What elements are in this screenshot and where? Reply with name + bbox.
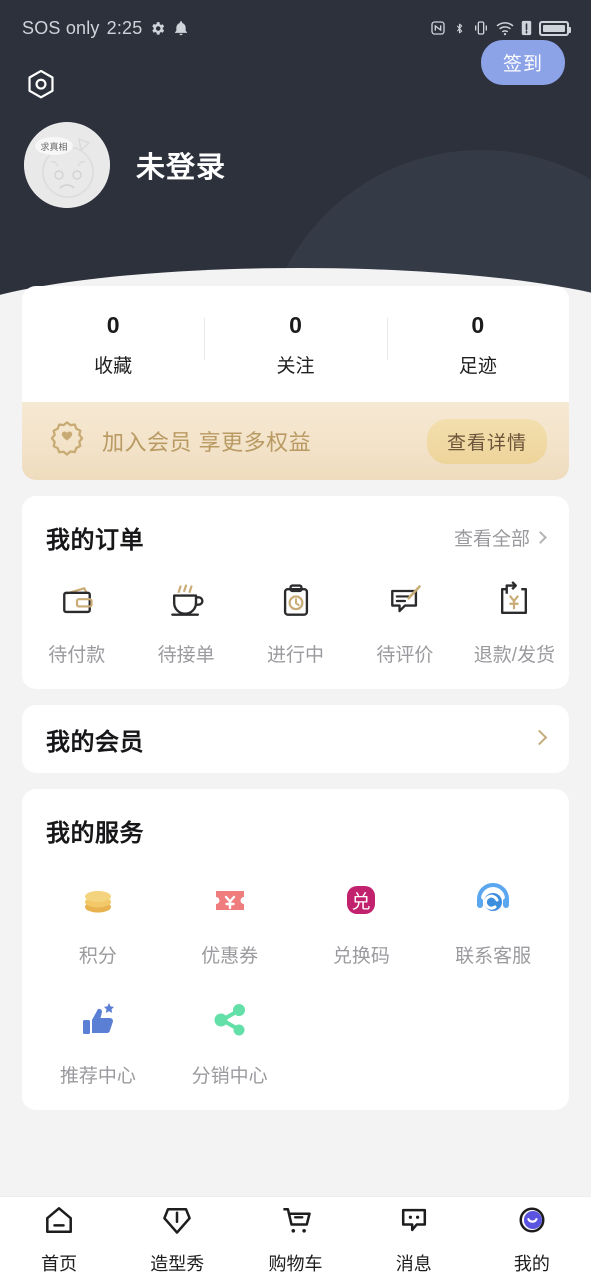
coins-icon: [76, 878, 120, 927]
service-label: 联系客服: [455, 946, 532, 967]
cart-icon: [278, 1202, 314, 1243]
order-status-pending-payment[interactable]: 待付款: [22, 581, 131, 667]
stat-following[interactable]: 0 关注: [204, 312, 386, 378]
avatar[interactable]: 求真相: [24, 122, 110, 208]
order-status-pending-accept[interactable]: 待接单: [131, 581, 240, 667]
clipboard-clock-icon: [276, 581, 316, 626]
orders-view-all-label: 查看全部: [453, 529, 530, 550]
member-detail-button[interactable]: 查看详情: [426, 418, 547, 464]
order-status-in-progress[interactable]: 进行中: [241, 581, 350, 667]
tab-label: 造型秀: [150, 1253, 205, 1274]
clock-label: 2:25: [106, 17, 143, 38]
tab-label: 我的: [513, 1253, 550, 1274]
chevron-right-icon: [534, 531, 547, 544]
mine-page: SOS only 2:25 求真相 未登录 签到 0 收藏 0 关注 0 足迹 …: [0, 0, 591, 1280]
service-label: 积分: [78, 946, 117, 967]
service-points[interactable]: 积分: [32, 878, 164, 968]
order-status-label: 待评价: [376, 645, 434, 666]
profile-icon: [514, 1202, 550, 1243]
thumbs-up-star-icon: [76, 998, 120, 1047]
stat-label: 足迹: [458, 356, 497, 377]
member-banner-text: 加入会员 享更多权益: [102, 430, 312, 455]
redeem-code-icon: 兑: [339, 878, 383, 927]
service-label: 分销中心: [191, 1066, 268, 1087]
service-label: 推荐中心: [59, 1066, 136, 1087]
stats-card: 0 收藏 0 关注 0 足迹: [22, 286, 569, 402]
svg-text:兑: 兑: [352, 891, 371, 913]
bell-icon: [173, 20, 189, 37]
service-referral-center[interactable]: 推荐中心: [32, 998, 164, 1088]
services-section: 我的服务 积分 优惠券 兑 兑换码 联系客服 推荐中心 分销中心: [22, 789, 569, 1110]
gem-icon: [159, 1202, 195, 1243]
service-label: 优惠券: [201, 946, 259, 967]
tab-label: 首页: [41, 1253, 78, 1274]
service-distribution-center[interactable]: 分销中心: [164, 998, 296, 1088]
service-coupon[interactable]: 优惠券: [164, 878, 296, 968]
nfc-icon: [430, 20, 446, 36]
service-redeem-code[interactable]: 兑 兑换码: [296, 878, 428, 968]
orders-view-all[interactable]: 查看全部: [453, 524, 547, 551]
nickname-label: 未登录: [136, 152, 227, 184]
page-spacer: [0, 1110, 591, 1196]
profile-header: SOS only 2:25 求真相 未登录 签到: [0, 0, 591, 330]
order-status-label: 进行中: [267, 645, 325, 666]
refund-yuan-icon: [494, 581, 534, 626]
tab-mine[interactable]: 我的: [473, 1202, 591, 1276]
settings-button[interactable]: [24, 68, 58, 102]
coffee-cup-icon: [166, 581, 206, 626]
avatar-bubble-text: 求真相: [40, 141, 67, 152]
share-nodes-icon: [208, 998, 252, 1047]
chevron-right-icon: [531, 729, 548, 746]
member-badge-icon: [48, 420, 86, 463]
service-label: 兑换码: [332, 946, 390, 967]
stat-label: 关注: [276, 356, 315, 377]
tab-messages[interactable]: 消息: [355, 1202, 473, 1276]
carrier-label: SOS only: [22, 17, 100, 38]
battery-icon: [539, 20, 571, 36]
gear-icon: [149, 20, 166, 37]
membership-row[interactable]: 我的会员: [22, 705, 569, 773]
order-status-label: 待付款: [48, 645, 106, 666]
service-contact-support[interactable]: 联系客服: [427, 878, 559, 968]
stat-label: 收藏: [94, 356, 133, 377]
orders-title: 我的订单: [46, 527, 144, 554]
order-status-label: 待接单: [157, 645, 215, 666]
stat-value: 0: [289, 312, 302, 338]
order-status-label: 退款/发货: [473, 645, 555, 666]
wifi-icon: [496, 21, 514, 36]
stat-value: 0: [471, 312, 485, 338]
tab-cart[interactable]: 购物车: [236, 1202, 354, 1276]
bluetooth-icon: [453, 20, 466, 37]
coupon-yuan-icon: [208, 878, 252, 927]
membership-chevron-wrap: [531, 729, 548, 748]
hexagon-settings-icon: [28, 69, 54, 99]
stat-favorites[interactable]: 0 收藏: [22, 312, 204, 378]
headset-support-icon: [471, 878, 515, 927]
status-bar: SOS only 2:25: [0, 0, 591, 56]
order-status-refund-shipping[interactable]: 退款/发货: [460, 581, 569, 667]
vibrate-icon: [473, 20, 489, 36]
wallet-icon: [57, 581, 97, 626]
orders-section: 我的订单 查看全部 待付款 待接单 进行中 待评价 退款/发货: [22, 496, 569, 689]
tab-label: 消息: [395, 1253, 432, 1274]
tab-label: 购物车: [268, 1253, 323, 1274]
tab-home[interactable]: 首页: [0, 1202, 118, 1276]
services-title: 我的服务: [46, 820, 144, 847]
stat-value: 0: [106, 312, 120, 338]
profile-row[interactable]: 求真相 未登录: [0, 102, 591, 208]
review-pencil-icon: [385, 581, 425, 626]
message-icon: [396, 1202, 432, 1243]
member-banner[interactable]: 加入会员 享更多权益 查看详情: [22, 402, 569, 480]
membership-title: 我的会员: [46, 728, 144, 756]
sim-alert-icon: [521, 20, 532, 36]
tab-style-show[interactable]: 造型秀: [118, 1202, 236, 1276]
home-icon: [41, 1202, 77, 1243]
order-status-pending-review[interactable]: 待评价: [350, 581, 459, 667]
bottom-tab-bar: 首页 造型秀 购物车 消息 我的: [0, 1196, 591, 1280]
stat-footprints[interactable]: 0 足迹: [386, 312, 569, 378]
